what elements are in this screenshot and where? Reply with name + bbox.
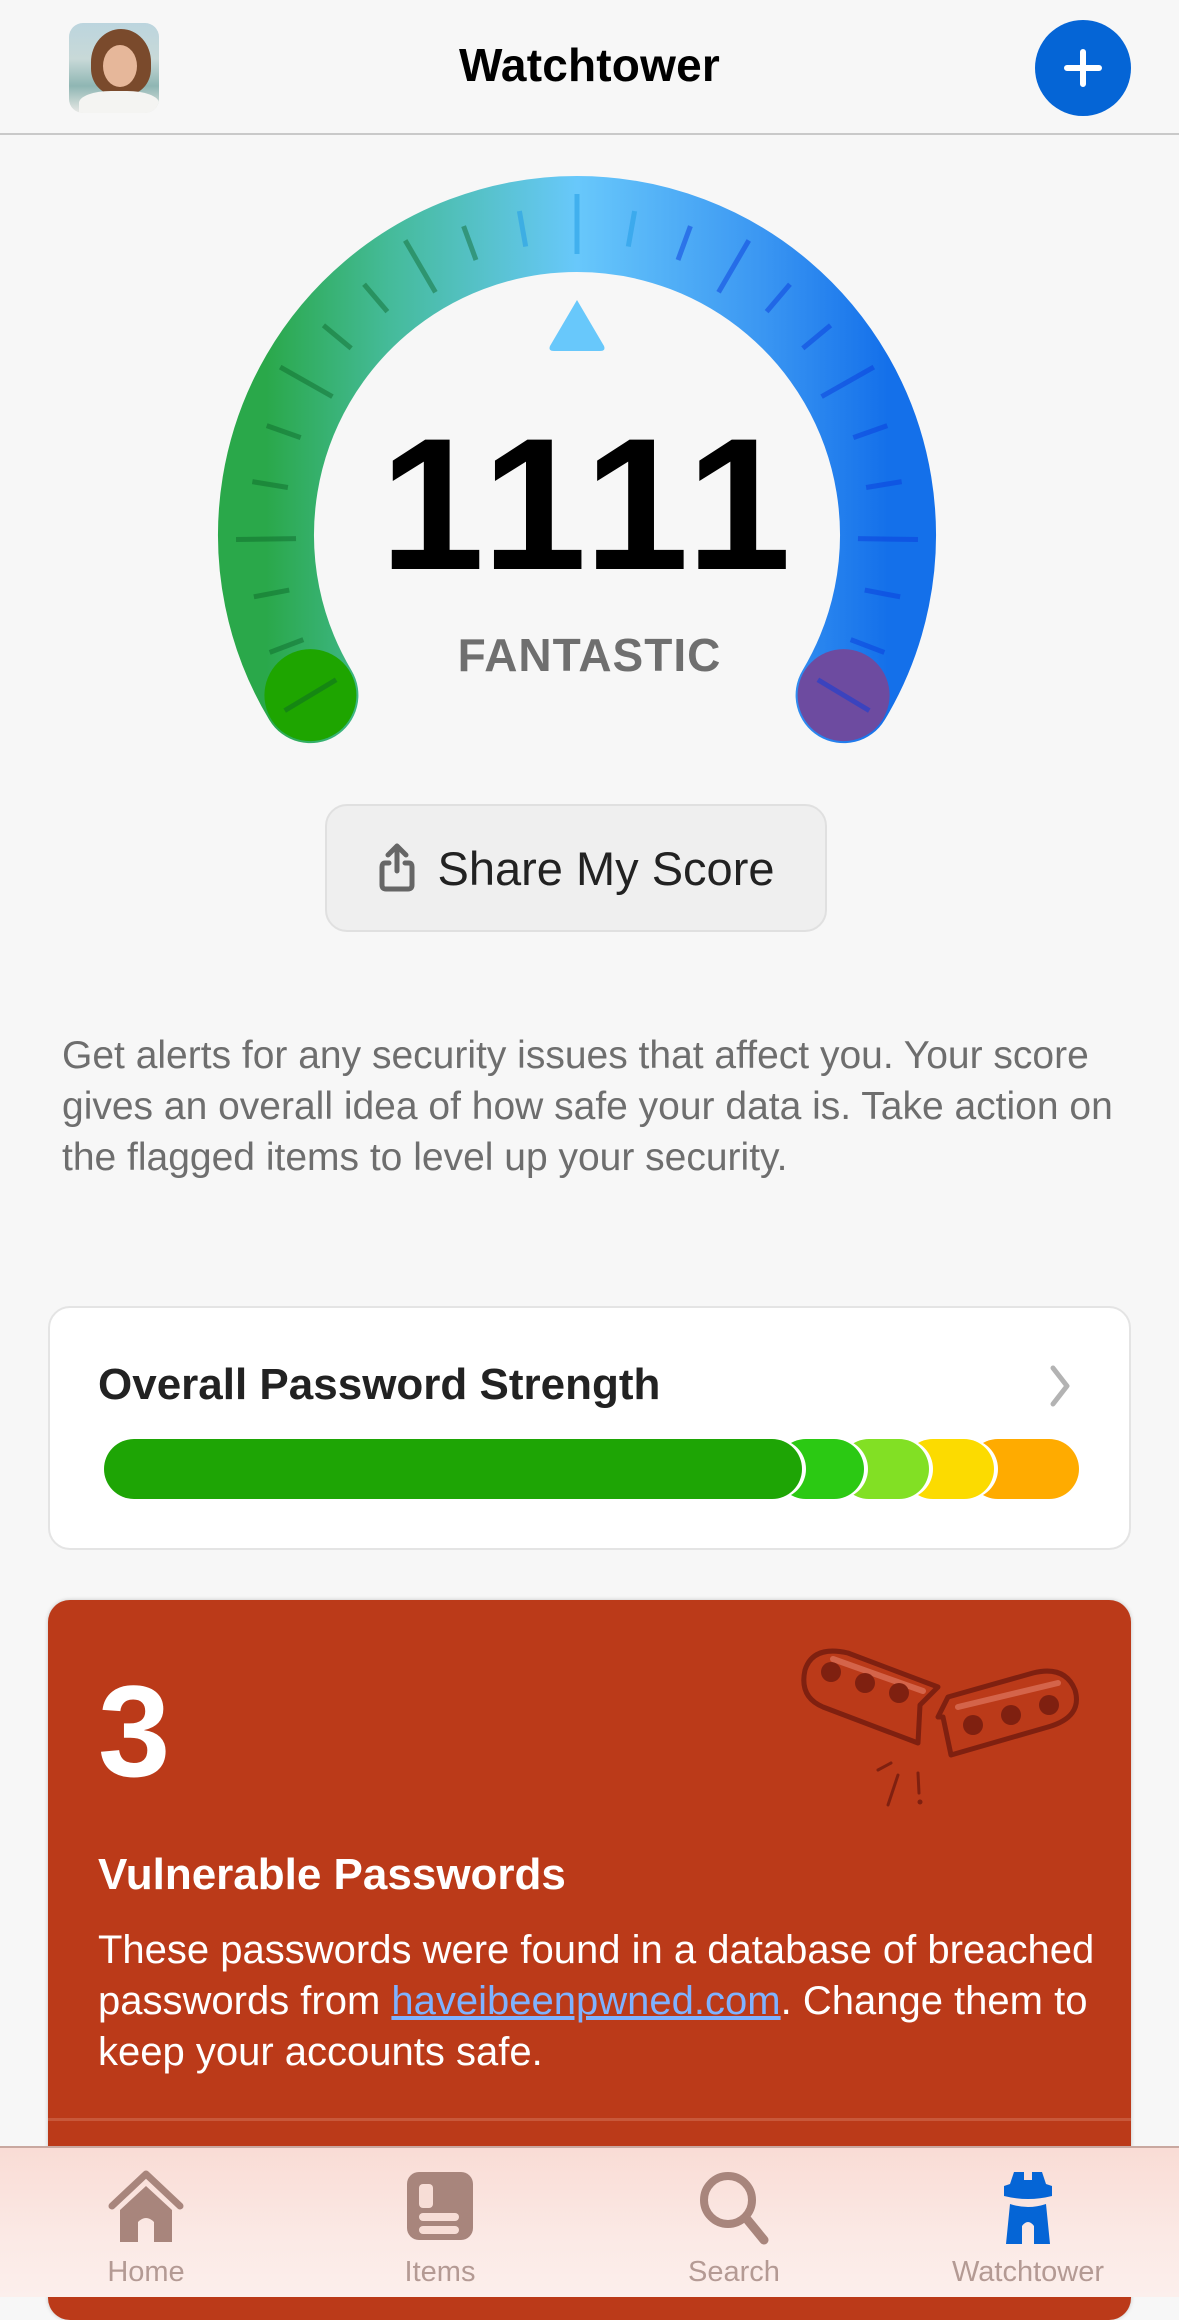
watchtower-description: Get alerts for any security issues that …	[62, 1034, 1113, 1179]
nav-bar: Watchtower	[0, 0, 1179, 135]
chevron-right-icon	[1050, 1365, 1070, 1407]
tab-home-label: Home	[107, 2256, 185, 2288]
vulnerable-divider	[48, 2118, 1131, 2121]
plus-icon	[1064, 49, 1102, 87]
strength-segment-fantastic	[104, 1439, 803, 1499]
share-score-label: Share My Score	[437, 841, 775, 895]
share-icon	[379, 843, 415, 892]
tab-items[interactable]: Items	[340, 2148, 540, 2297]
vulnerable-title: Vulnerable Passwords	[98, 1850, 566, 1899]
watchtower-icon	[1004, 2172, 1052, 2244]
password-strength-card[interactable]: Overall Password Strength	[48, 1306, 1131, 1550]
vulnerable-count: 3	[98, 1658, 171, 1804]
avatar-shirt	[79, 91, 159, 113]
score-indicator-triangle	[549, 300, 605, 351]
tab-search[interactable]: Search	[634, 2148, 834, 2297]
password-strength-bar	[104, 1439, 1079, 1499]
tab-watchtower-label: Watchtower	[951, 2256, 1105, 2288]
score-rating: FANTASTIC	[457, 629, 722, 681]
search-icon	[700, 2172, 769, 2245]
tab-bar: Home Items Search Watchtower	[0, 2146, 1179, 2297]
haveibeenpwned-link[interactable]: haveibeenpwned.com	[391, 1979, 780, 2023]
add-button[interactable]	[1035, 20, 1131, 116]
password-strength-title: Overall Password Strength	[98, 1360, 661, 1409]
tab-items-label: Items	[404, 2256, 476, 2288]
tab-home[interactable]: Home	[46, 2148, 246, 2297]
vulnerable-description: These passwords were found in a database…	[98, 1925, 1108, 2078]
items-icon	[407, 2172, 473, 2240]
tab-watchtower[interactable]: Watchtower	[928, 2148, 1128, 2297]
tab-search-label: Search	[688, 2256, 780, 2288]
share-score-button[interactable]: Share My Score	[325, 804, 827, 932]
score-value: 1111	[379, 399, 800, 609]
page-title: Watchtower	[459, 39, 720, 91]
home-icon	[108, 2170, 184, 2242]
broken-password-icon	[801, 1648, 1079, 1807]
